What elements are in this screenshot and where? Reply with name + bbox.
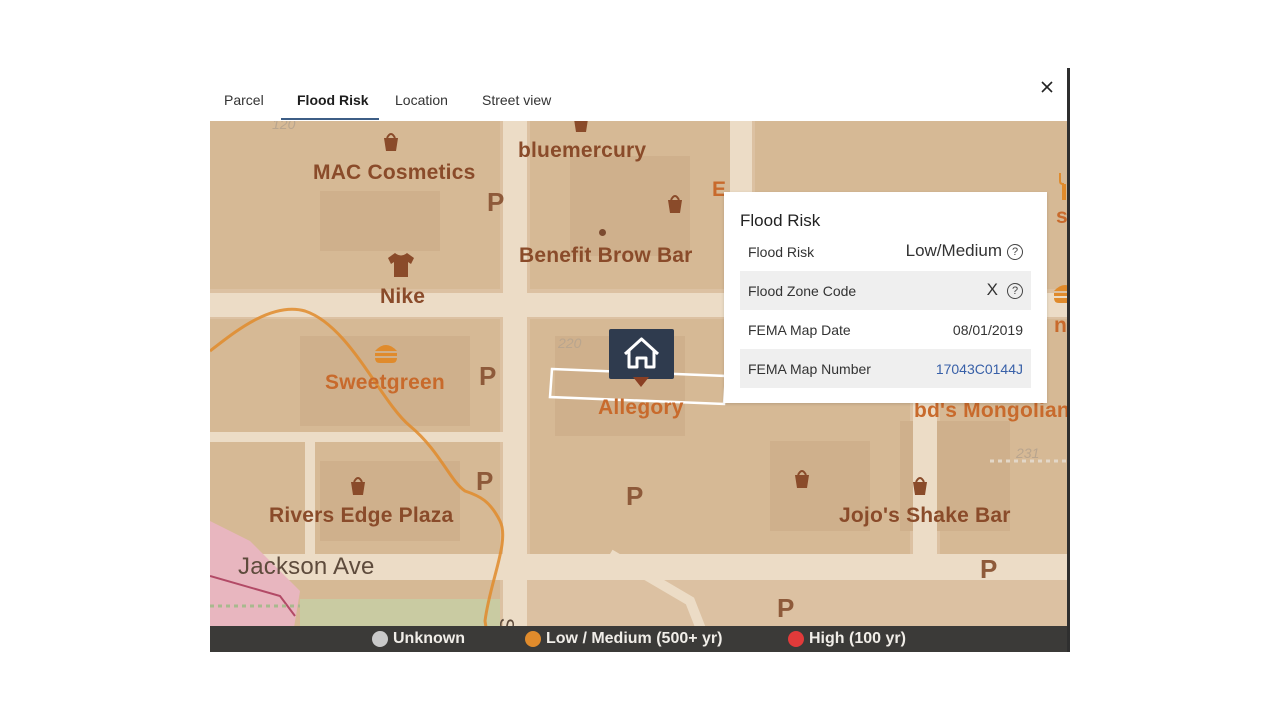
fema-map-number-link[interactable]: 17043C0144J: [936, 361, 1023, 377]
legend-dot-icon: [372, 631, 388, 647]
place-label-rivers-edge-plaza[interactable]: Rivers Edge Plaza: [269, 504, 453, 528]
row-label: FEMA Map Date: [748, 322, 851, 338]
parking-label: P: [777, 593, 795, 623]
clothing-icon: [388, 253, 414, 277]
address-number: 120: [272, 121, 296, 132]
restaurant-icon: [1054, 285, 1067, 303]
fork-knife-icon: [1059, 173, 1066, 200]
place-label-allegory[interactable]: Allegory: [598, 396, 684, 420]
tab-bar: Parcel Flood Risk Location Street view: [210, 68, 1067, 121]
flood-zone-code-value: X: [986, 280, 998, 299]
info-row-flood-zone-code: Flood Zone Code X?: [740, 271, 1031, 310]
row-label: Flood Zone Code: [748, 283, 857, 299]
restaurant-icon: [375, 345, 397, 363]
place-label-partial-s-and: s &: [1056, 205, 1067, 228]
info-row-fema-map-number: FEMA Map Number 17043C0144J: [740, 349, 1031, 388]
flood-risk-dialog: Parcel Flood Risk Location Street view M…: [210, 68, 1070, 652]
place-label-mac-cosmetics[interactable]: MAC Cosmetics: [313, 161, 475, 185]
legend-label: Low / Medium (500+ yr): [546, 630, 723, 647]
map-legend: Unknown Low / Medium (500+ yr) High (100…: [210, 626, 1067, 652]
tab-parcel[interactable]: Parcel: [224, 92, 264, 108]
shopping-bag-icon: [913, 477, 927, 495]
address-number: 220: [558, 335, 582, 351]
legend-label: High (100 yr): [809, 630, 906, 647]
shopping-bag-icon: [668, 195, 682, 213]
close-icon[interactable]: [1040, 80, 1054, 94]
flood-risk-value: Low/Medium: [905, 241, 1002, 260]
legend-dot-icon: [525, 631, 541, 647]
parking-label: P: [476, 466, 494, 496]
place-label-sweetgreen[interactable]: Sweetgreen: [325, 371, 445, 395]
poi-dot: [599, 229, 606, 236]
parking-label: P: [479, 361, 497, 391]
row-label: FEMA Map Number: [748, 361, 871, 377]
info-row-fema-map-date: FEMA Map Date 08/01/2019: [740, 310, 1031, 349]
dialog-scrollbar-edge: [1067, 68, 1070, 652]
parking-label: P: [980, 554, 998, 584]
active-tab-indicator: [281, 118, 379, 120]
address-number: 231: [1016, 445, 1040, 461]
tab-flood-risk[interactable]: Flood Risk: [297, 92, 369, 108]
flood-risk-info-panel: Flood Risk Flood Risk Low/Medium? Flood …: [724, 192, 1047, 403]
home-icon: [623, 337, 660, 369]
flood-map[interactable]: MAC Cosmetics bluemercury Benefit Brow B…: [210, 121, 1067, 652]
legend-label: Unknown: [393, 630, 465, 647]
place-label-nike[interactable]: Nike: [380, 285, 425, 309]
shopping-bag-icon: [795, 470, 809, 488]
parking-label: P: [487, 187, 505, 217]
info-panel-title: Flood Risk: [740, 211, 821, 230]
shopping-bag-icon: [351, 477, 365, 495]
tab-street-view[interactable]: Street view: [482, 92, 551, 108]
marker-pointer-icon: [633, 377, 649, 387]
info-row-flood-risk: Flood Risk Low/Medium?: [740, 232, 1031, 271]
fema-map-date-value: 08/01/2019: [952, 322, 1023, 338]
shopping-bag-icon: [384, 133, 398, 151]
place-label-bluemercury[interactable]: bluemercury: [518, 139, 646, 163]
help-icon[interactable]: ?: [1007, 243, 1023, 260]
parking-label: P: [626, 481, 644, 511]
shopping-bag-icon: [574, 121, 588, 132]
help-icon[interactable]: ?: [1007, 282, 1023, 299]
legend-dot-icon: [788, 631, 804, 647]
row-label: Flood Risk: [748, 244, 815, 260]
place-label-jojos-shake-bar[interactable]: Jojo's Shake Bar: [839, 504, 1011, 528]
street-label-jackson-ave: Jackson Ave: [238, 553, 375, 580]
place-label-benefit-brow-bar[interactable]: Benefit Brow Bar: [519, 244, 693, 268]
property-marker[interactable]: [609, 329, 674, 379]
place-label-partial-n-p: n P: [1054, 314, 1067, 337]
tab-location[interactable]: Location: [395, 92, 448, 108]
